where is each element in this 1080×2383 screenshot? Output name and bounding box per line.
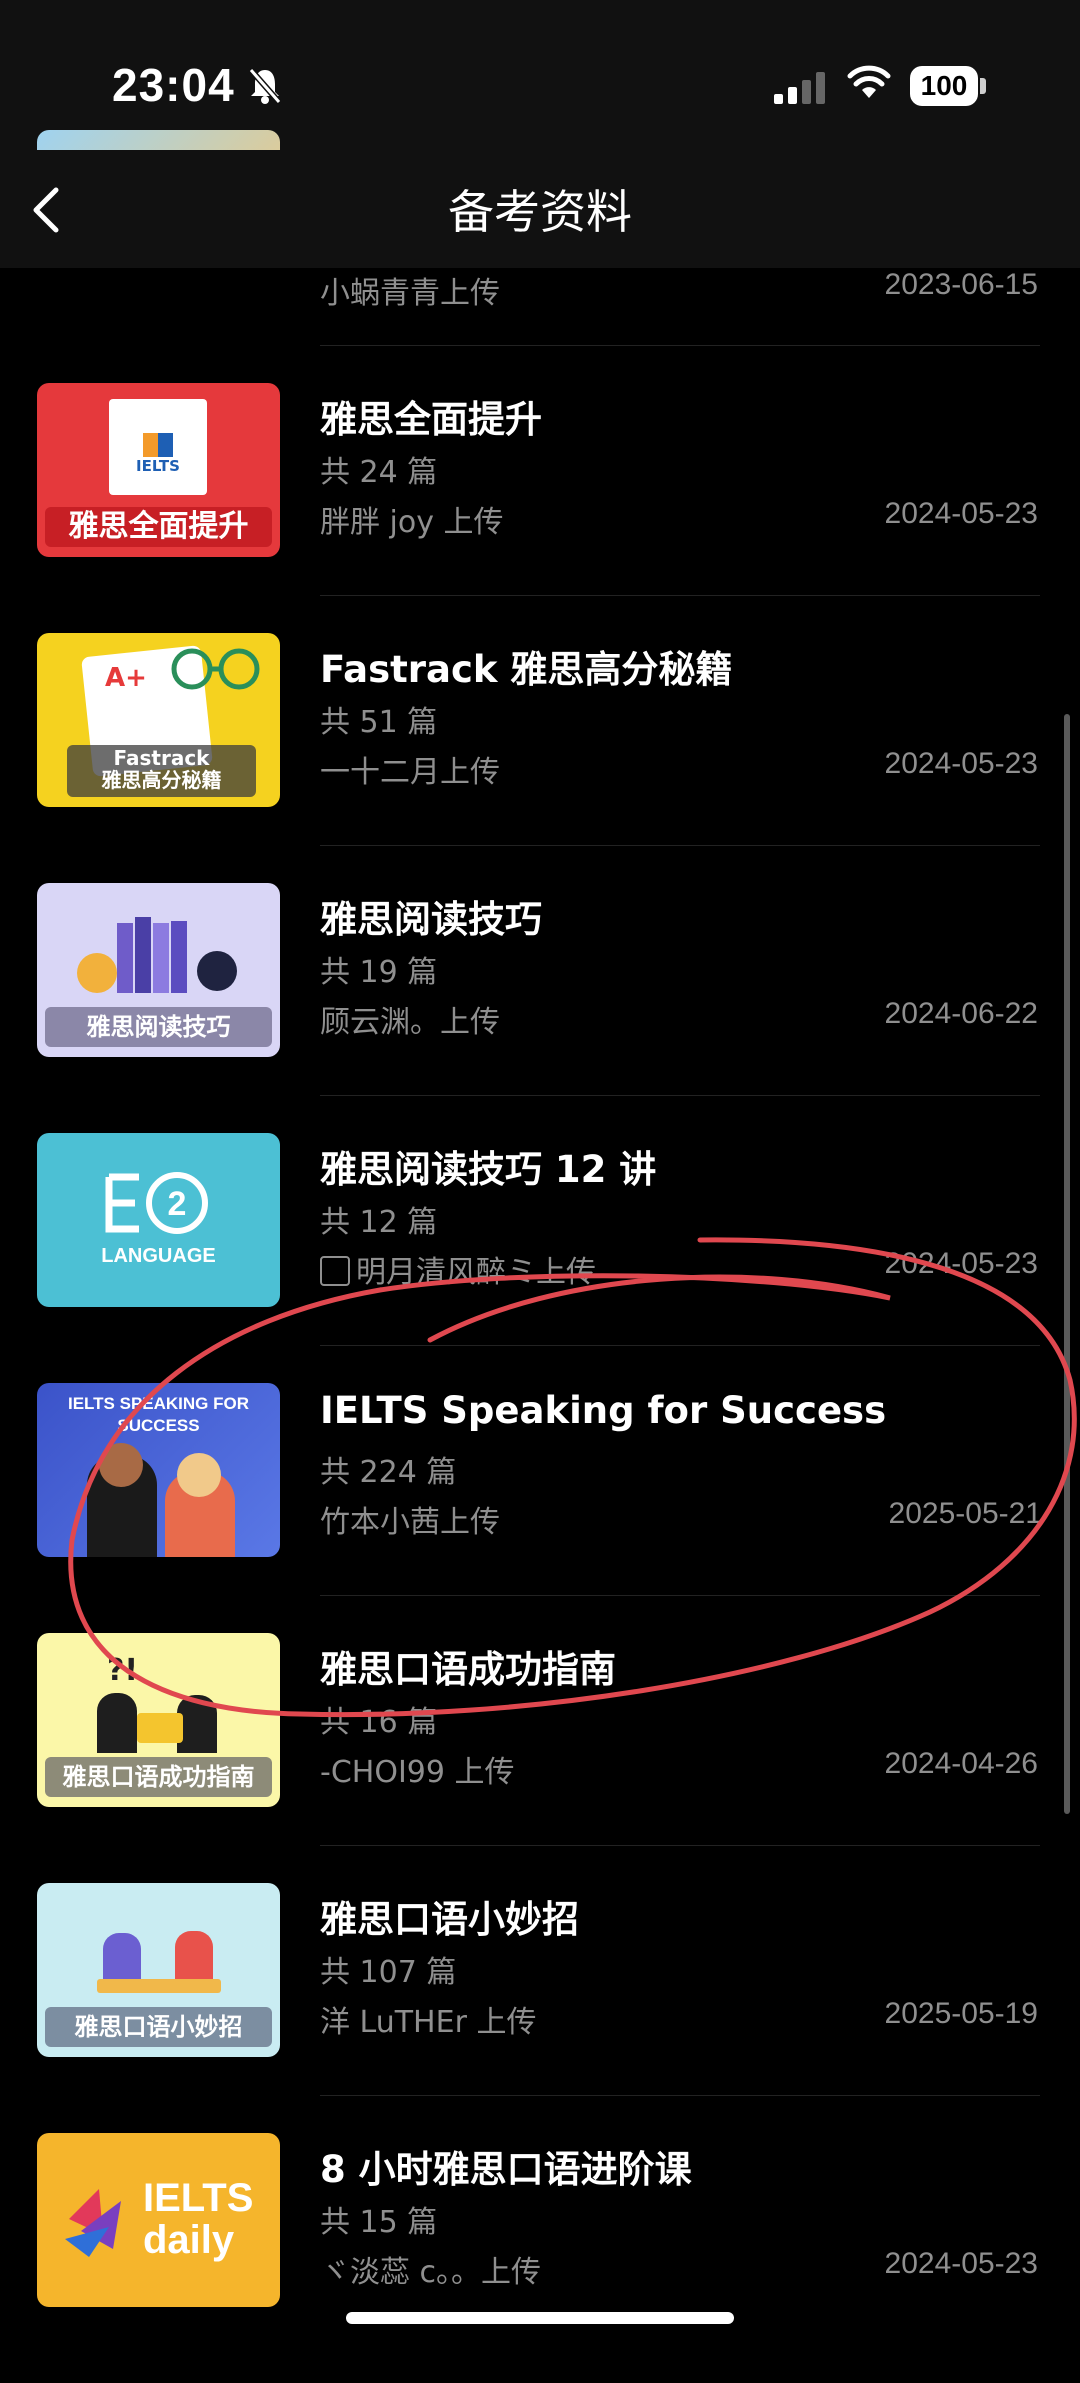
item-title: Fastrack 雅思高分秘籍 bbox=[320, 648, 733, 691]
avatar-placeholder-icon bbox=[320, 1256, 350, 1286]
thumbnail-caption: 雅思全面提升 bbox=[45, 507, 272, 547]
date-text: 2024-06-22 bbox=[884, 997, 1038, 1030]
speech-bubble-icon: ?! bbox=[107, 1653, 139, 1688]
divider bbox=[320, 345, 1040, 346]
thumbnail-caption: 雅思阅读技巧 bbox=[45, 1007, 272, 1047]
uploader-text: 小蜗青青上传 bbox=[320, 276, 500, 311]
thumbnail-image: IELTS daily bbox=[37, 2133, 280, 2307]
item-title: 雅思口语小妙招 bbox=[320, 1898, 579, 1941]
thumbnail-caption: 雅思口语成功指南 bbox=[45, 1757, 272, 1797]
thumbnail-caption: IELTS SPEAKING FOR SUCCESS bbox=[67, 1394, 250, 1435]
date-text: 2024-05-23 bbox=[884, 747, 1038, 780]
thumbnail-image: ?! 雅思口语成功指南 bbox=[37, 1633, 280, 1807]
item-title: IELTS Speaking for Success bbox=[320, 1389, 887, 1432]
thumbnail-caption: LANGUAGE bbox=[101, 1245, 216, 1267]
date-text: 2025-05-21 bbox=[888, 1497, 1042, 1530]
thumbnail-caption: IELTS daily bbox=[143, 2176, 254, 2262]
uploader-text: 一十二月上传 bbox=[320, 755, 500, 790]
thumbnail-caption: Fastrack 雅思高分秘籍 bbox=[67, 745, 256, 797]
ielts-logo: IELTS bbox=[109, 399, 207, 495]
uploader-text: -CHOI99 上传 bbox=[320, 1755, 515, 1790]
item-count: 共 24 篇 bbox=[320, 455, 438, 490]
date-text: 2024-04-26 bbox=[884, 1747, 1038, 1780]
date-text: 2025-05-19 bbox=[884, 1997, 1038, 2030]
thumbnail-caption: 雅思口语小妙招 bbox=[45, 2007, 272, 2047]
date-text: 2024-05-23 bbox=[884, 1247, 1038, 1280]
date-text: 2024-05-23 bbox=[884, 2247, 1038, 2280]
divider bbox=[320, 1845, 1040, 1846]
list-item[interactable]: IELTS daily 8 小时雅思口语进阶课 共 15 篇 ヾ淡蕊 c。。上传… bbox=[0, 2133, 1080, 2383]
item-count: 共 15 篇 bbox=[320, 2205, 438, 2240]
divider bbox=[320, 2095, 1040, 2096]
item-title: 雅思阅读技巧 12 讲 bbox=[320, 1148, 657, 1191]
thumbnail-image: IELTS 雅思全面提升 bbox=[37, 383, 280, 557]
item-title: 雅思口语成功指南 bbox=[320, 1648, 616, 1691]
item-count: 共 19 篇 bbox=[320, 955, 438, 990]
item-count: 共 16 篇 bbox=[320, 1705, 438, 1740]
e2-logo: 2 bbox=[105, 1172, 208, 1234]
thumbnail-image: 2 LANGUAGE bbox=[37, 1133, 280, 1307]
thumbnail-image: A+ Fastrack 雅思高分秘籍 bbox=[37, 633, 280, 807]
item-count: 共 107 篇 bbox=[320, 1955, 457, 1990]
date-text: 2024-05-23 bbox=[884, 497, 1038, 530]
uploader-text: 竹本小茜上传 bbox=[320, 1505, 500, 1540]
divider bbox=[320, 595, 1040, 596]
grade-icon: A+ bbox=[105, 663, 147, 693]
thumbnail-image: 雅思阅读技巧 bbox=[37, 883, 280, 1057]
thumbnail-image: 雅思口语小妙招 bbox=[37, 1883, 280, 2057]
date-text: 2023-06-15 bbox=[884, 268, 1038, 301]
uploader-text: 顾云渊。上传 bbox=[320, 1005, 500, 1040]
item-count: 共 12 篇 bbox=[320, 1205, 438, 1240]
item-title: 雅思全面提升 bbox=[320, 398, 542, 441]
glasses-icon bbox=[171, 648, 260, 690]
uploader-text: 洋 LuTHEr 上传 bbox=[320, 2005, 537, 2040]
thumbnail-image: IELTS SPEAKING FOR SUCCESS bbox=[37, 1383, 280, 1557]
ielts-daily-logo-icon bbox=[65, 2189, 121, 2257]
page-title: 备考资料 bbox=[448, 185, 632, 239]
home-indicator[interactable] bbox=[346, 2312, 734, 2324]
uploader-text: 明月清风醉ミ上传 bbox=[320, 1247, 596, 1291]
uploader-text: ヾ淡蕊 c。。上传 bbox=[320, 2255, 542, 2290]
item-count: 共 224 篇 bbox=[320, 1455, 457, 1490]
divider bbox=[320, 1345, 1040, 1346]
divider bbox=[320, 1595, 1040, 1596]
item-title: 8 小时雅思口语进阶课 bbox=[320, 2148, 692, 2191]
svg-text:2: 2 bbox=[168, 1185, 187, 1223]
scrollbar[interactable] bbox=[1064, 714, 1070, 1814]
uploader-text: 胖胖 joy 上传 bbox=[320, 505, 504, 540]
item-count: 共 51 篇 bbox=[320, 705, 438, 740]
divider bbox=[320, 1095, 1040, 1096]
divider bbox=[320, 845, 1040, 846]
item-title: 雅思阅读技巧 bbox=[320, 898, 542, 941]
